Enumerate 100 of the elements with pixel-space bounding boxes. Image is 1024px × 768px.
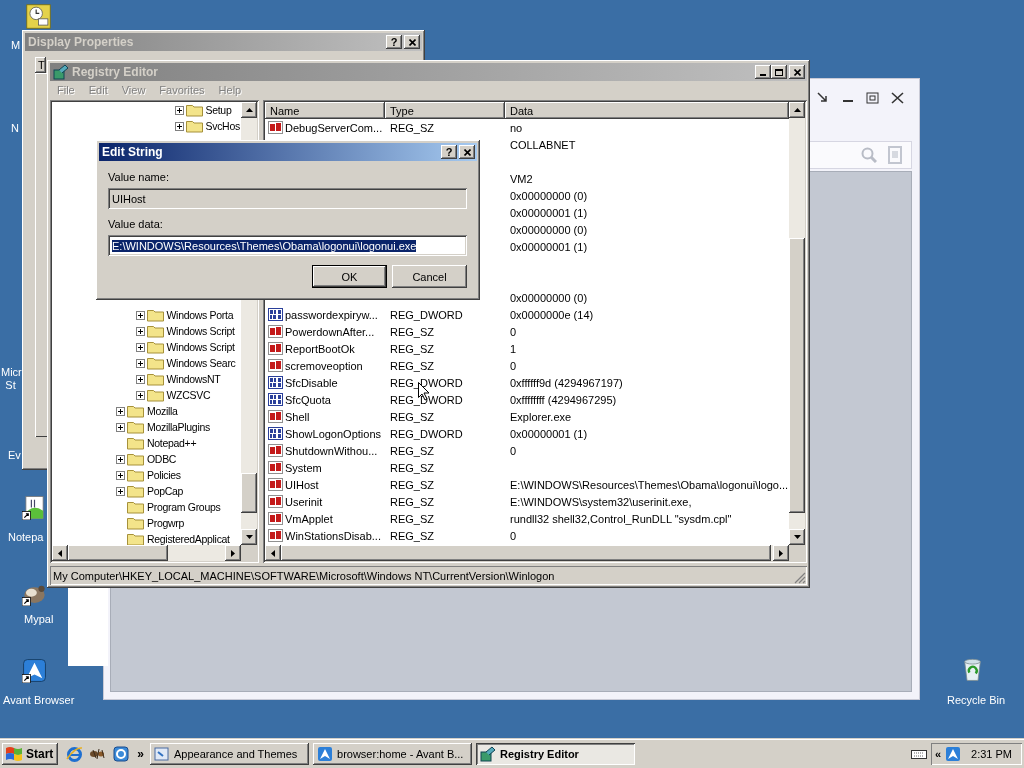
tree-item[interactable]: ODBC — [116, 451, 177, 467]
taskbar-button[interactable]: Appearance and Themes — [150, 743, 310, 765]
scroll-thumb[interactable] — [241, 473, 257, 513]
tree-item[interactable]: Windows Script — [135, 339, 235, 355]
value-name[interactable]: WinStationsDisab... — [285, 529, 381, 542]
show-icons-button[interactable]: « — [934, 748, 942, 760]
tree-item[interactable]: Setup — [174, 102, 232, 118]
expand-icon[interactable] — [135, 342, 145, 352]
value-name[interactable]: ReportBootOk — [285, 342, 355, 355]
browser-icon[interactable] — [113, 746, 130, 762]
keyboard-icon[interactable] — [910, 748, 927, 760]
tree-item[interactable]: Progwrp — [116, 515, 184, 531]
value-data-field[interactable]: E:\WINDOWS\Resources\Themes\Obama\logonui\logonui.exe — [108, 235, 467, 256]
desktop-icon-label[interactable]: Recycle Bin — [947, 694, 1006, 707]
notepad-icon[interactable] — [22, 495, 47, 520]
tree-item[interactable]: Policies — [116, 467, 181, 483]
scroll-right-button[interactable] — [773, 545, 789, 561]
expand-icon[interactable] — [135, 326, 145, 336]
close-button[interactable] — [789, 65, 805, 79]
tree-item[interactable]: Windows Searc — [135, 355, 236, 371]
expand-icon[interactable] — [116, 454, 125, 464]
close-button[interactable] — [404, 35, 420, 49]
expand-icon[interactable] — [116, 486, 125, 496]
expand-icon[interactable] — [174, 105, 184, 115]
taskbar-button[interactable]: browser:home - Avant B... — [313, 743, 473, 765]
taskbar-button[interactable]: Registry Editor — [476, 743, 636, 765]
value-name[interactable]: DebugServerCom... — [285, 121, 383, 134]
tree-item[interactable]: WZCSVC — [135, 387, 211, 403]
browser-icon[interactable] — [945, 746, 962, 762]
scroll-down-button[interactable] — [789, 529, 805, 545]
restore-arrow-icon[interactable] — [816, 91, 830, 105]
value-name[interactable]: passwordexpiryw... — [285, 308, 378, 321]
column-header[interactable]: Type — [385, 102, 505, 119]
tree-item[interactable]: Mozilla — [116, 403, 178, 419]
desktop-icon-label[interactable]: Mypal — [24, 613, 54, 626]
desktop-icon-label[interactable]: Ev — [8, 449, 21, 462]
value-name[interactable]: PowerdownAfter... — [285, 325, 375, 338]
help-button[interactable]: ? — [441, 145, 457, 159]
scroll-thumb[interactable] — [789, 238, 805, 513]
scroll-up-button[interactable] — [241, 102, 257, 118]
scroll-left-button[interactable] — [265, 545, 281, 561]
tree-item[interactable]: Windows Script — [135, 323, 235, 339]
scroll-down-button[interactable] — [241, 529, 257, 545]
tree-item[interactable]: MozillaPlugins — [116, 419, 210, 435]
clock[interactable]: 2:31 PM — [971, 748, 1012, 760]
tree-item[interactable]: Windows Porta — [135, 307, 234, 323]
tree-item[interactable]: Notepad++ — [116, 435, 197, 451]
expand-icon[interactable] — [135, 358, 145, 368]
scroll-thumb[interactable] — [68, 545, 168, 561]
maximize-icon[interactable] — [866, 92, 879, 104]
start-button[interactable]: Start — [2, 743, 59, 765]
value-name[interactable]: Shell — [285, 410, 310, 423]
tree-item[interactable]: SvcHos — [174, 118, 240, 134]
expand-icon[interactable] — [135, 310, 145, 320]
scroll-left-button[interactable] — [52, 545, 68, 561]
value-name[interactable]: System — [285, 461, 322, 474]
value-name[interactable]: ShowLogonOptions — [285, 427, 381, 440]
value-name[interactable]: UIHost — [285, 478, 319, 491]
tab[interactable]: T — [35, 57, 46, 73]
value-name[interactable]: SfcQuota — [285, 393, 331, 406]
column-header[interactable]: Data — [505, 102, 789, 119]
expand-icon[interactable] — [116, 422, 125, 432]
scroll-up-button[interactable] — [789, 102, 805, 118]
scroll-right-button[interactable] — [225, 545, 241, 561]
avant-icon[interactable] — [22, 658, 47, 683]
value-name[interactable]: scremoveoption — [285, 359, 363, 372]
tree-item[interactable]: RegisteredApplicat — [116, 531, 230, 545]
resize-grip-icon[interactable] — [794, 572, 806, 584]
globe-icon[interactable] — [66, 745, 84, 763]
minimize-button[interactable] — [755, 65, 771, 79]
tree-item[interactable]: WindowsNT — [135, 371, 221, 387]
desktop-icon-label[interactable]: Notepa — [8, 531, 44, 544]
tree-item[interactable]: Program Groups — [116, 499, 221, 515]
ant-icon[interactable] — [89, 746, 108, 762]
desktop-icon-label[interactable]: Micr St — [1, 366, 20, 392]
maximize-button[interactable] — [771, 65, 787, 79]
help-button[interactable]: ? — [386, 35, 402, 49]
value-name[interactable]: SfcDisable — [285, 376, 338, 389]
value-name[interactable]: ShutdownWithou... — [285, 444, 378, 457]
expand-icon[interactable] — [116, 470, 125, 480]
cancel-button[interactable]: Cancel — [392, 265, 467, 288]
ok-button[interactable]: OK — [312, 265, 387, 288]
clock-icon[interactable] — [26, 4, 51, 29]
value-name[interactable]: Userinit — [285, 495, 323, 508]
scrollbar[interactable] — [52, 545, 241, 561]
close-icon[interactable] — [891, 92, 904, 104]
tree-item[interactable]: PopCap — [116, 483, 184, 499]
expand-icon[interactable] — [116, 406, 125, 416]
expand-icon[interactable] — [135, 390, 145, 400]
close-button[interactable] — [459, 145, 475, 159]
value-name[interactable]: VmApplet — [285, 512, 333, 525]
desktop-icon-label[interactable]: M — [11, 39, 21, 52]
column-header[interactable]: Name — [265, 102, 385, 119]
desktop-icon-label[interactable]: N — [11, 122, 19, 135]
more-button[interactable]: » — [137, 747, 145, 761]
expand-icon[interactable] — [135, 374, 145, 384]
expand-icon[interactable] — [174, 121, 184, 131]
scrollbar[interactable] — [789, 102, 805, 545]
desktop-icon-label[interactable]: Avant Browser — [3, 694, 75, 707]
value-name-field[interactable]: UIHost — [108, 188, 467, 209]
